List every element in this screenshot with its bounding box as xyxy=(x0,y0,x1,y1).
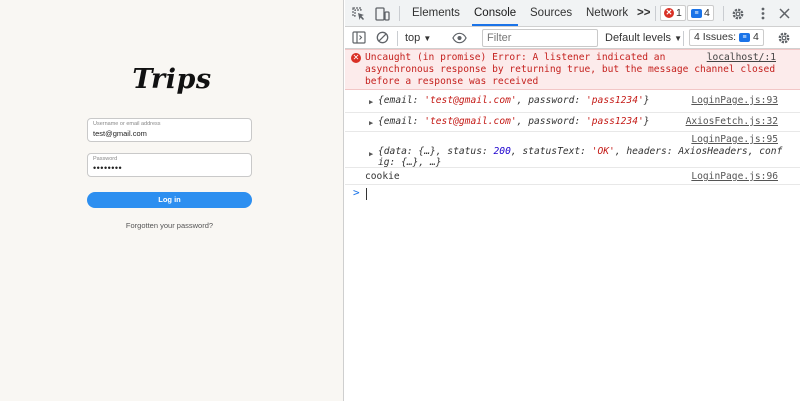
toolbar-divider xyxy=(683,31,684,46)
sidebar-toggle-icon[interactable] xyxy=(351,30,366,45)
tab-network[interactable]: Network xyxy=(586,0,628,26)
text-cursor xyxy=(366,188,367,200)
more-options-icon[interactable] xyxy=(755,6,770,21)
login-button[interactable]: Log in xyxy=(87,192,252,208)
expand-arrow-icon[interactable]: ▶ xyxy=(369,148,373,160)
context-selector[interactable]: top ▼ xyxy=(405,30,431,46)
password-field[interactable]: Password •••••••• xyxy=(87,153,252,177)
issues-icon: ≡ xyxy=(739,33,751,42)
error-count: 1 xyxy=(676,7,682,19)
expand-arrow-icon[interactable]: ▶ xyxy=(369,96,373,108)
prompt-chevron-icon: > xyxy=(353,186,360,199)
console-log-row[interactable]: cookie LoginPage.js:96 xyxy=(345,168,800,185)
more-tabs-button[interactable]: >> xyxy=(637,0,650,26)
tabbar-divider xyxy=(655,6,656,21)
log-object: {email: 'test@gmail.com', password: 'pas… xyxy=(378,116,650,127)
clear-console-icon[interactable] xyxy=(375,30,390,45)
tabbar-divider xyxy=(399,6,400,21)
tab-console[interactable]: Console xyxy=(472,0,519,26)
log-object: {email: 'test@gmail.com', password: 'pas… xyxy=(378,95,650,106)
password-label: Password xyxy=(93,156,118,162)
console-error-row: ✕ Uncaught (in promise) Error: A listene… xyxy=(345,49,800,90)
filter-input[interactable] xyxy=(482,29,598,47)
devtools-panel: Elements Console Sources Network >> ✕ 1 … xyxy=(345,0,800,401)
console-log-row[interactable]: ▶ {email: 'test@gmail.com', password: 'p… xyxy=(345,113,800,132)
close-devtools-icon[interactable] xyxy=(777,6,792,21)
source-link[interactable]: LoginPage.js:95 xyxy=(691,134,778,146)
issues-count: 4 xyxy=(753,31,759,43)
source-link[interactable]: AxiosFetch.js:32 xyxy=(686,116,778,128)
settings-gear-icon[interactable] xyxy=(730,6,745,21)
log-text: cookie xyxy=(365,171,400,182)
app-page: Trips Username or email address test@gma… xyxy=(0,0,344,401)
tab-elements[interactable]: Elements xyxy=(412,0,460,26)
dropdown-arrow-icon: ▼ xyxy=(674,34,683,43)
issues-button[interactable]: 4 Issues: ≡ 4 xyxy=(689,29,764,46)
live-expression-eye-icon[interactable] xyxy=(452,30,467,45)
message-icon: ≡ xyxy=(691,8,702,18)
toolbar-divider xyxy=(397,31,398,46)
source-link[interactable]: LoginPage.js:96 xyxy=(691,171,778,183)
expand-arrow-icon[interactable]: ▶ xyxy=(369,117,373,129)
dropdown-arrow-icon: ▼ xyxy=(423,34,432,43)
tab-sources[interactable]: Sources xyxy=(530,0,572,26)
console-toolbar: top ▼ Default levels ▼ 4 Issues: ≡ 4 xyxy=(345,27,800,49)
inspect-element-icon[interactable] xyxy=(351,6,366,21)
error-icon: ✕ xyxy=(351,53,361,63)
console-settings-gear-icon[interactable] xyxy=(776,30,791,45)
devtools-tabbar: Elements Console Sources Network >> ✕ 1 … xyxy=(345,0,800,27)
message-count: 4 xyxy=(704,7,710,19)
device-toolbar-icon[interactable] xyxy=(375,6,390,21)
username-label: Username or email address xyxy=(93,121,161,127)
issues-label: 4 Issues: xyxy=(694,31,737,43)
console-log-row[interactable]: LoginPage.js:95 ▶ {data: {…}, status: 20… xyxy=(345,132,800,168)
log-levels-dropdown[interactable]: Default levels ▼ xyxy=(605,30,682,47)
source-link[interactable]: localhost/:1 xyxy=(707,52,776,64)
error-count-badge[interactable]: ✕ 1 xyxy=(660,5,686,21)
console-output: ✕ Uncaught (in promise) Error: A listene… xyxy=(345,49,800,203)
username-field[interactable]: Username or email address test@gmail.com xyxy=(87,118,252,142)
context-value: top xyxy=(405,32,421,44)
source-link[interactable]: LoginPage.js:93 xyxy=(691,95,778,107)
console-log-row[interactable]: ▶ {email: 'test@gmail.com', password: 'p… xyxy=(345,90,800,113)
message-count-badge[interactable]: ≡ 4 xyxy=(687,5,714,21)
log-levels-label: Default levels xyxy=(605,32,672,44)
password-value[interactable]: •••••••• xyxy=(93,163,246,174)
console-prompt[interactable]: > xyxy=(345,185,800,203)
error-icon: ✕ xyxy=(664,8,674,18)
tabbar-divider xyxy=(723,6,724,21)
forgot-password-link[interactable]: Forgotten your password? xyxy=(87,221,252,230)
app-logo: Trips xyxy=(132,64,212,95)
username-value[interactable]: test@gmail.com xyxy=(93,128,246,139)
